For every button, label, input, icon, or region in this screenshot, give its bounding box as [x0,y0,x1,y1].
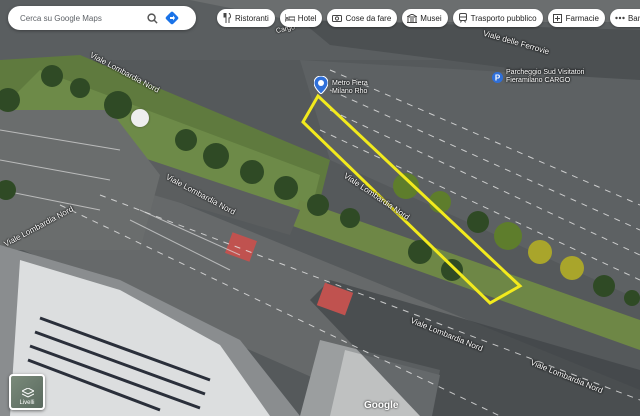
metro-label-line2: Milano Rho [332,88,368,95]
svg-text:P: P [495,74,501,83]
pharmacy-icon [553,13,563,23]
chip-musei[interactable]: Musei [402,9,448,27]
directions-icon [165,11,179,25]
chip-cose-da-fare[interactable]: Cose da fare [327,9,398,27]
layers-button[interactable]: Livelli [9,374,45,410]
search-button[interactable] [144,10,160,26]
chip-label: Farmacie [565,13,599,23]
chip-label: Bancomat [627,13,640,23]
layers-label: Livelli [19,400,35,406]
bed-icon [284,13,295,23]
chip-hotel[interactable]: Hotel [279,9,323,27]
chip-label: Musei [420,13,442,23]
street-view-pegman[interactable] [131,109,149,127]
chip-bancomat[interactable]: Bancomat [609,9,640,27]
directions-button[interactable] [164,10,180,26]
metro-pin[interactable] [313,75,329,99]
search-icon [146,12,158,24]
parking-label-line2: Fieramilano CARGO [506,77,571,84]
train-icon [458,13,468,23]
parking-label-line1: Parcheggio Sud Visitatori [506,69,585,76]
parking-icon: P [492,72,503,83]
parking-pin[interactable]: P [492,70,503,88]
map-canvas[interactable]: Viale delle Ferrovie Viale Lombardia Nor… [0,0,640,416]
fork-knife-icon [222,13,232,23]
chip-label: Cose da fare [345,13,392,23]
parking-label[interactable]: Parcheggio Sud Visitatori Fieramilano CA… [506,69,584,85]
category-chips: Ristoranti Hotel Cose da fare Musei Tras… [217,9,640,27]
camera-icon [332,13,343,23]
search-box [8,6,196,30]
search-input[interactable] [20,13,140,23]
metro-label-line1: Metro Fiera [332,80,368,87]
museum-icon [407,13,418,23]
metro-label[interactable]: Metro Fiera Milano Rho [332,80,368,96]
chip-label: Ristoranti [235,13,269,23]
chip-trasporto-pubblico[interactable]: Trasporto pubblico [452,9,543,27]
chip-farmacie[interactable]: Farmacie [547,9,605,27]
chip-ristoranti[interactable]: Ristoranti [217,9,275,27]
atm-icon [615,13,625,23]
chip-label: Hotel [297,13,317,23]
google-logo: Google [364,400,399,411]
location-pin-icon [313,75,329,95]
chip-label: Trasporto pubblico [470,13,537,23]
